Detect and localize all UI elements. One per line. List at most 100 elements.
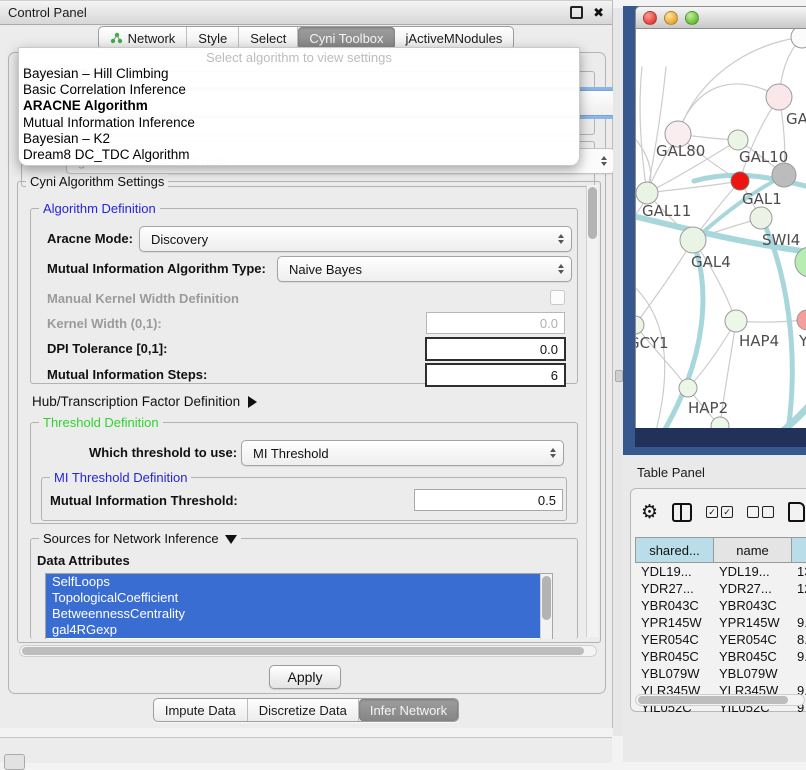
network-edge	[640, 67, 647, 193]
network-node[interactable]	[791, 29, 806, 48]
dpi-tolerance-field[interactable]: 0.0	[425, 337, 566, 361]
node-label: Y	[798, 332, 806, 350]
node-label: GAL	[786, 110, 806, 128]
tab-style[interactable]: Style	[187, 27, 239, 49]
table-header-row[interactable]: shared...name	[635, 537, 806, 563]
splitter-handle[interactable]	[615, 370, 623, 382]
panel-splitter[interactable]	[613, 8, 623, 736]
mi-steps-label: Mutual Information Steps:	[47, 367, 207, 382]
column-header[interactable]	[792, 538, 806, 562]
network-node-gal10[interactable]	[728, 130, 748, 150]
kernel-width-field[interactable]: 0.0	[426, 312, 565, 334]
mi-threshold-field[interactable]: 0.5	[414, 489, 563, 511]
table-row[interactable]: YBR043CYBR043C	[635, 597, 806, 614]
split-columns-icon[interactable]	[672, 503, 692, 522]
collapsed-panel-button[interactable]	[4, 754, 25, 770]
dropdown-placeholder: Select algorithm to view settings	[19, 48, 579, 66]
node-label: HAP2	[688, 399, 728, 417]
control-panel-titlebar[interactable]: Control Panel ✖	[0, 0, 612, 25]
table-row[interactable]: YDL19...YDL19...13	[635, 563, 806, 580]
kernel-width-label: Kernel Width (0,1):	[47, 316, 162, 331]
attribute-item[interactable]: TopologicalCoefficient	[46, 590, 552, 606]
dropdown-item[interactable]: Dream8 DC_TDC Algorithm	[19, 147, 579, 163]
threshold-definition-legend: Threshold Definition	[39, 415, 163, 430]
dropdown-item[interactable]: ARACNE Algorithm	[19, 98, 579, 114]
close-icon[interactable]: ✖	[593, 6, 604, 19]
tab-impute-data[interactable]: Impute Data	[154, 699, 248, 721]
bottom-tabs: Impute DataDiscretize DataInfer Network	[0, 698, 612, 722]
network-node-gal4[interactable]	[680, 227, 706, 253]
network-node-gal11[interactable]	[636, 182, 658, 204]
table-panel-body: ⚙ ✓✓ shared...name YDL19...YDL19...13YDR…	[630, 488, 806, 712]
table-row[interactable]: YBL079WYBL079W	[635, 665, 806, 682]
network-node-gcy1[interactable]	[636, 316, 644, 334]
dpi-tolerance-label: DPI Tolerance [0,1]:	[47, 341, 167, 356]
mi-threshold-group: MI Threshold Definition Mutual Informati…	[41, 477, 567, 521]
float-window-icon[interactable]	[570, 6, 583, 19]
node-label: GAL80	[656, 142, 705, 160]
manual-kernel-checkbox[interactable]	[550, 290, 565, 305]
table-row[interactable]: YDR27...YDR27...12	[635, 580, 806, 597]
mi-type-combo[interactable]: Naive Bayes	[277, 256, 572, 282]
tab-discretize-data[interactable]: Discretize Data	[248, 699, 359, 721]
network-window-titlebar[interactable]	[635, 6, 806, 29]
attributes-scrollbar[interactable]	[540, 574, 552, 639]
attribute-item[interactable]: gal4RGexp	[46, 622, 552, 638]
network-node-gal[interactable]	[766, 84, 792, 110]
network-node-hap2[interactable]	[679, 379, 697, 397]
table-panel-title: Table Panel	[637, 465, 705, 480]
checked-pair-icon[interactable]: ✓✓	[706, 506, 733, 518]
tab-network[interactable]: Network	[99, 27, 188, 49]
attribute-item[interactable]: SelfLoops	[46, 574, 552, 590]
network-node-hap4[interactable]	[725, 310, 747, 332]
tab-cyni-toolbox[interactable]: Cyni Toolbox	[298, 27, 394, 49]
table-row[interactable]: YPR145WYPR145W9.	[635, 614, 806, 631]
cyni-algorithm-settings-group: Cyni Algorithm Settings Algorithm Defini…	[17, 181, 601, 643]
mi-threshold-legend: MI Threshold Definition	[50, 470, 191, 485]
settings-vertical-scrollbar[interactable]	[586, 185, 598, 637]
mi-steps-field[interactable]: 6	[425, 363, 566, 387]
table-row[interactable]: YBR045CYBR045C9.	[635, 648, 806, 665]
tab-jactivemnodules[interactable]: jActiveMNodules	[395, 27, 514, 49]
dropdown-item[interactable]: Bayesian – K2	[19, 131, 579, 147]
document-icon[interactable]	[788, 502, 805, 522]
which-threshold-combo[interactable]: MI Threshold	[241, 440, 564, 466]
collapsed-arrow-icon	[248, 396, 257, 408]
network-node[interactable]	[772, 163, 796, 187]
network-window: GALGAL80GAL10GAL1GAL11SWI4GAL4GCY1HAP4YH…	[635, 6, 806, 446]
sources-group: Sources for Network Inference Data Attri…	[30, 538, 578, 639]
network-node-swi4[interactable]	[750, 207, 772, 229]
gear-icon[interactable]: ⚙	[641, 503, 658, 522]
hub-definition-toggle[interactable]: Hub/Transcription Factor Definition	[32, 394, 257, 409]
node-table: shared...name YDL19...YDL19...13YDR27...…	[635, 537, 806, 716]
cyni-algorithm-settings-legend: Cyni Algorithm Settings	[26, 174, 168, 189]
sources-legend[interactable]: Sources for Network Inference	[39, 531, 241, 546]
settings-horizontal-scrollbar[interactable]	[19, 645, 597, 657]
dropdown-item[interactable]: Mutual Information Inference	[19, 115, 579, 131]
unchecked-pair-icon[interactable]	[747, 506, 774, 518]
zoom-traffic-light-icon[interactable]	[685, 11, 699, 25]
dropdown-item[interactable]: Bayesian – Hill Climbing	[19, 66, 579, 82]
tab-select[interactable]: Select	[239, 27, 298, 49]
dropdown-item[interactable]: Basic Correlation Inference	[19, 82, 579, 98]
minimize-traffic-light-icon[interactable]	[664, 11, 678, 25]
column-header[interactable]: shared...	[636, 538, 714, 562]
network-canvas[interactable]: GALGAL80GAL10GAL1GAL11SWI4GAL4GCY1HAP4YH…	[635, 29, 806, 428]
table-horizontal-scrollbar[interactable]	[635, 694, 805, 706]
network-node-y[interactable]	[797, 310, 806, 330]
apply-button[interactable]: Apply	[269, 665, 341, 689]
node-label: GAL11	[642, 202, 691, 220]
network-desktop: GALGAL80GAL10GAL1GAL11SWI4GAL4GCY1HAP4YH…	[623, 6, 806, 455]
node-label: SWI4	[762, 231, 800, 249]
network-edge	[647, 67, 666, 193]
tab-infer-network[interactable]: Infer Network	[359, 699, 458, 721]
network-node-gal1[interactable]	[731, 172, 749, 190]
table-row[interactable]: YER054CYER054C8.	[635, 631, 806, 648]
algorithm-dropdown-popup: Select algorithm to view settings Bayesi…	[18, 47, 580, 166]
column-header[interactable]: name	[714, 538, 792, 562]
data-attributes-list[interactable]: SelfLoopsTopologicalCoefficientBetweenne…	[45, 573, 553, 639]
aracne-mode-combo[interactable]: Discovery	[139, 226, 572, 252]
attribute-item[interactable]: BetweennessCentrality	[46, 606, 552, 622]
manual-kernel-label: Manual Kernel Width Definition	[47, 291, 239, 306]
close-traffic-light-icon[interactable]	[643, 11, 657, 25]
